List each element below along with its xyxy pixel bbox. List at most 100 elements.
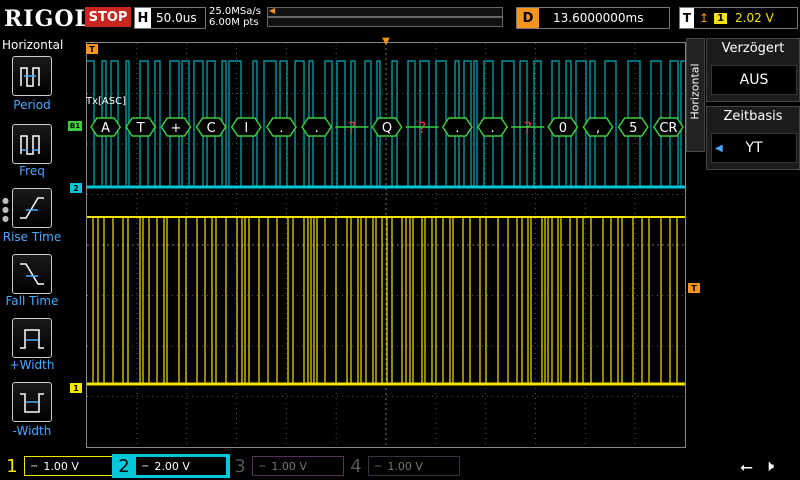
rise-time-icon [20,197,44,219]
period-button[interactable] [12,56,52,96]
memory-waveform-svg [268,25,502,27]
memory-overview: ◀ [267,6,503,27]
speaker-muted-icon[interactable]: 🕨 [764,456,774,476]
ch4-indicator[interactable]: 4 ⎓ 1.00 V [344,454,460,478]
delay-letter: D [517,8,539,28]
decode-frame-text: + [170,121,181,136]
ch3-scale: 1.00 V [271,459,307,473]
channel-bar: 1 ⎓ 1.00 V 2 ⎓ 2.00 V 3 ⎓ 1.00 V 4 ⎓ 1.00 V … [0,454,800,480]
freq-button[interactable] [12,124,52,164]
dc-coupling-icon: ⎓ [142,461,149,470]
trigger-level: 2.02 V [735,11,774,25]
timebase-mode-softkey[interactable]: Zeitbasis ◀ YT [706,106,800,170]
freq-icon [20,135,40,155]
delay-box[interactable]: D 13.6000000ms [516,7,670,29]
plus-width-label: +Width [9,358,55,372]
decode-bus-marker: B1 [68,121,82,131]
timebase-mode-text: YT [745,140,763,156]
period-label: Period [13,98,51,112]
trigger-source: 1 [714,12,728,24]
decode-frame-text: C [207,121,216,136]
delayed-softkey[interactable]: Verzögert AUS [706,38,800,102]
decode-frame-text: . [455,121,459,136]
minus-width-icon [20,393,44,413]
sample-info: 25.0MSa/s 6.00M pts [209,6,261,28]
memory-waveform-preview [267,17,503,27]
ch1-scale: 1.00 V [43,459,79,473]
decode-frame-text: I [244,121,248,136]
delayed-label: Verzögert [721,41,785,56]
right-menu-tab: Horizontal [686,38,705,152]
delay-value: 13.6000000ms [553,11,644,25]
plus-width-button[interactable] [12,318,52,358]
timebase-box[interactable]: H 50.0us [134,7,206,29]
right-softkey-menu: Horizontal Verzögert AUS Zeitbasis ◀ YT [686,38,800,188]
rise-time-button[interactable] [12,188,52,228]
left-arrow-icon: ◀ [715,142,723,154]
fall-time-icon [20,263,44,285]
timebase-value: 50.0us [156,11,197,25]
sample-rate: 25.0MSa/s [209,6,261,17]
fall-time-label: Fall Time [5,294,59,308]
ch2-indicator[interactable]: 2 ⎓ 2.00 V [112,454,230,478]
ch2-scale: 2.00 V [154,459,190,473]
ch3-number: 3 [234,455,246,477]
timebase-mode-value: ◀ YT [711,133,797,163]
decode-label: Tx[ASC] [86,96,126,107]
fall-time-button[interactable] [12,254,52,294]
trigger-box[interactable]: T ↥ 1 2.02 V [679,7,798,29]
waveform-svg: AT+CI..?Q?..?0,5CR [87,43,685,447]
decode-frame-text: 0 [559,121,567,136]
brand-logo: RIGOL [4,6,91,32]
ch1-indicator[interactable]: 1 ⎓ 1.00 V [0,454,116,478]
waveform-display[interactable]: AT+CI..?Q?..?0,5CR [86,42,686,448]
dc-coupling-icon: ⎓ [259,461,266,470]
freq-label: Freq [19,164,45,178]
period-icon [20,67,40,87]
ch4-scale-box: ⎓ 1.00 V [368,456,460,476]
ch2-number: 2 [118,455,130,477]
decode-frame-text: T [136,121,145,136]
left-measure-menu: Horizontal Period Freq ● ● ● Rise Time Fal… [0,36,64,446]
usb-icon: ⭠ [740,457,753,476]
ch1-ground-marker: 1 [70,383,82,393]
memory-depth: 6.00M pts [209,17,259,28]
decode-frame-text: CR [659,121,677,136]
decode-frame-text: , [596,121,600,136]
run-stop-indicator[interactable]: STOP [85,7,131,27]
ch4-number: 4 [350,455,362,477]
ch3-scale-box: ⎓ 1.00 V [252,456,344,476]
trigger-level-marker: T [688,283,700,293]
horizontal-letter: H [135,8,151,28]
decode-frame-text: 5 [629,121,637,136]
minus-width-label: -Width [12,424,52,438]
dc-coupling-icon: ⎓ [31,461,38,470]
timebase-mode-label: Zeitbasis [723,109,783,124]
rising-edge-icon: ↥ [699,11,710,25]
decode-frame-text: Q [382,121,392,136]
decode-frame-text: . [279,121,283,136]
memory-position-bar: ◀ [267,6,503,17]
left-menu-title: Horizontal [2,38,64,52]
ch4-scale: 1.00 V [387,459,423,473]
ch2-ground-marker: 2 [70,183,82,193]
trigger-position-marker: T [86,44,98,54]
memory-arrow-icon: ◀ [269,6,276,15]
trigger-letter: T [680,8,694,28]
trigger-time-arrow-icon: ▼ [382,35,390,47]
decode-frame-text: . [315,121,319,136]
menu-page-dots: ● ● ● [2,196,9,223]
right-menu-tab-label: Horizontal [688,63,702,120]
plus-width-icon [20,329,44,349]
decode-frame-text: A [101,121,110,136]
top-status-bar: RIGOL STOP H 50.0us 25.0MSa/s 6.00M pts … [0,0,800,34]
delayed-value: AUS [711,65,797,95]
ch1-scale-box: ⎓ 1.00 V [24,456,116,476]
rise-time-label: Rise Time [2,230,62,244]
dc-coupling-icon: ⎓ [375,461,382,470]
decode-frame-text: . [490,121,494,136]
ch2-scale-box: ⎓ 2.00 V [136,457,226,475]
minus-width-button[interactable] [12,382,52,422]
ch3-indicator[interactable]: 3 ⎓ 1.00 V [228,454,344,478]
ch1-number: 1 [6,455,18,477]
